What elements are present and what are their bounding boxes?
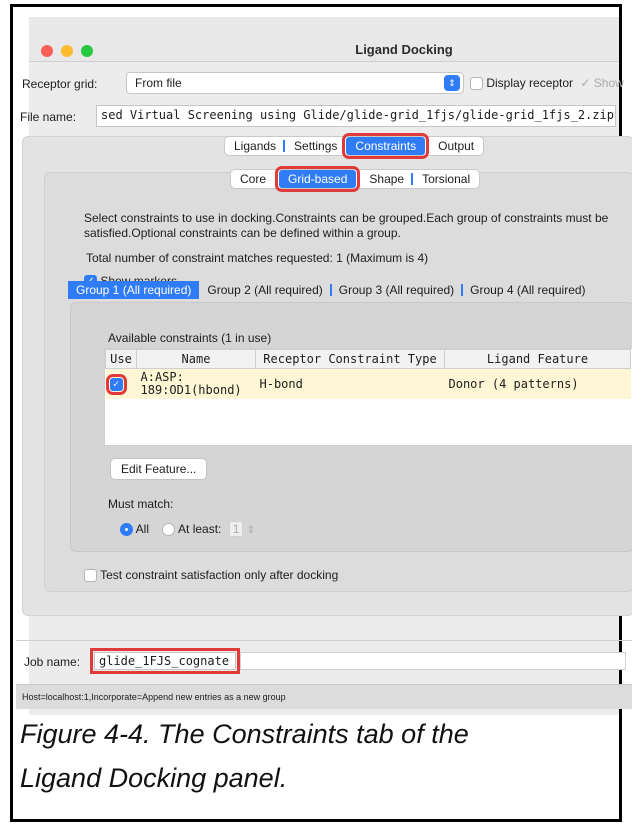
tab-group-1[interactable]: Group 1 (All required) [68, 281, 200, 299]
constraint-type: H-bond [255, 368, 445, 399]
display-receptor-checkbox[interactable] [470, 77, 483, 91]
col-use[interactable]: Use [105, 349, 137, 369]
main-tabs: Ligands Settings Constraints Output [224, 133, 485, 159]
description-line1: Select constraints to use in docking.Con… [84, 211, 609, 225]
table-row[interactable]: ✓ A:ASP: 189:OD1(hbond) H-bond Donor (4 p… [105, 368, 631, 399]
ligand-feature: Donor (4 patterns) [444, 368, 631, 399]
tab-group-4[interactable]: Group 4 (All required) [462, 281, 593, 299]
receptor-grid-value: From file [135, 76, 182, 90]
tab-output[interactable]: Output [429, 137, 483, 155]
window-title: Ligand Docking [355, 42, 453, 57]
show-checkmark-icon: ✓ [580, 76, 591, 90]
at-least-value[interactable]: 1 [228, 521, 244, 537]
chevron-updown-icon[interactable]: ⇕ [444, 75, 460, 91]
constraint-name-line2: 189:OD1(hbond) [140, 383, 242, 397]
constraints-table: Use Name Receptor Constraint Type Ligand… [105, 349, 631, 399]
group-tabs: Group 1 (All required) Group 2 (All requ… [68, 280, 594, 300]
tab-settings[interactable]: Settings [285, 137, 346, 155]
title-bar: Ligand Docking [29, 17, 619, 62]
display-receptor-label: Display receptor [486, 76, 574, 90]
available-constraints-label: Available constraints (1 in use) [108, 331, 272, 345]
col-receptor-type[interactable]: Receptor Constraint Type [255, 349, 445, 369]
total-matches-text: Total number of constraint matches reque… [86, 251, 429, 265]
job-name-label: Job name: [24, 655, 81, 669]
status-text: Host=localhost:1,Incorporate=Append new … [22, 692, 286, 702]
col-ligand-feature[interactable]: Ligand Feature [444, 349, 631, 369]
show-label: Show [593, 76, 624, 90]
tab-group-3[interactable]: Group 3 (All required) [331, 281, 464, 299]
caption-line2: Ligand Docking panel. [20, 763, 288, 793]
stepper-icon[interactable]: ⇕ [247, 525, 255, 536]
receptor-grid-label: Receptor grid: [22, 77, 98, 91]
caption-line1: Figure 4-4. The Constraints tab of the [20, 719, 469, 749]
must-match-label: Must match: [108, 497, 174, 511]
receptor-grid-select[interactable]: From file [126, 72, 464, 94]
constraint-sub-tabs: Core Grid-based Shape Torsional [230, 166, 481, 192]
tab-shape[interactable]: Shape [360, 170, 413, 188]
tab-torsional[interactable]: Torsional [413, 170, 479, 188]
must-match-at-least-label: At least: [178, 522, 222, 536]
file-name-label: File name: [20, 110, 77, 124]
description-line2: satisfied.Optional constraints can be de… [84, 226, 401, 240]
tab-constraints[interactable]: Constraints [342, 133, 430, 159]
use-constraint-checkbox[interactable]: ✓ [105, 374, 127, 395]
test-constraint-label: Test constraint satisfaction only after … [100, 568, 339, 582]
job-name-field-rest[interactable] [240, 652, 626, 670]
edit-feature-button[interactable]: Edit Feature... [110, 458, 208, 480]
must-match-all-radio[interactable] [120, 523, 133, 537]
tab-core[interactable]: Core [231, 170, 275, 188]
file-name-input[interactable]: sed Virtual Screening using Glide/glide-… [96, 105, 616, 127]
divider [16, 640, 632, 641]
tab-group-2[interactable]: Group 2 (All required) [199, 281, 333, 299]
job-name-input[interactable]: glide_1FJS_cognate [90, 648, 240, 674]
must-match-all-label: All [135, 522, 150, 536]
tab-grid-based[interactable]: Grid-based [274, 166, 361, 192]
constraint-name-line1: A:ASP: [140, 370, 184, 384]
test-constraint-checkbox[interactable] [84, 569, 97, 583]
tab-ligands[interactable]: Ligands [225, 137, 286, 155]
col-name[interactable]: Name [136, 349, 256, 369]
must-match-at-least-radio[interactable] [162, 523, 176, 537]
figure-caption: Figure 4-4. The Constraints tab of the L… [20, 712, 610, 800]
